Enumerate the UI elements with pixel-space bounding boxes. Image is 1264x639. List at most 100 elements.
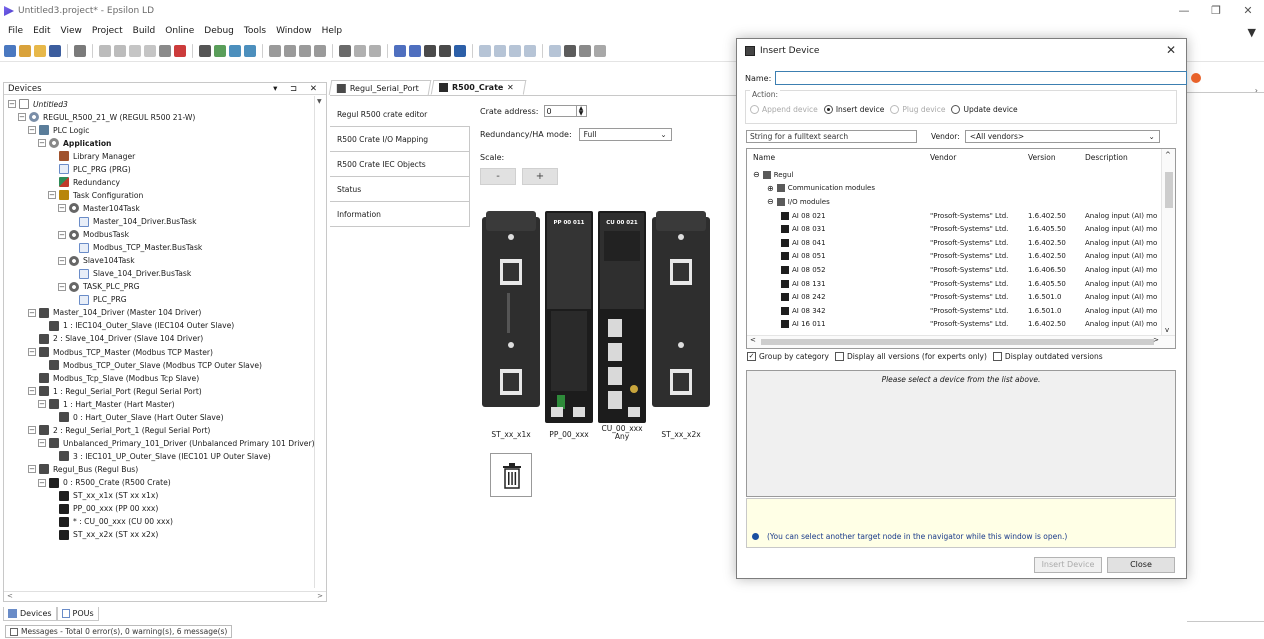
online-icon[interactable] bbox=[354, 44, 366, 57]
tree-item[interactable]: 2 : Slave_104_Driver (Slave 104 Driver) bbox=[28, 333, 203, 345]
collapse-icon[interactable]: ⊖ bbox=[753, 170, 760, 179]
radio-append-device[interactable]: Append device bbox=[750, 105, 818, 114]
delete-icon[interactable] bbox=[174, 44, 186, 57]
crate-address-spinner[interactable]: ▲ ▼ bbox=[576, 105, 587, 117]
catalog-device-row[interactable]: AI 08 342 "Prosoft-Systems" Ltd. 1.6.501.0… bbox=[747, 304, 1159, 318]
replace-icon[interactable] bbox=[214, 44, 226, 57]
devices-horizontal-scrollbar[interactable]: < > bbox=[4, 591, 326, 601]
generate-code-icon[interactable] bbox=[299, 44, 311, 57]
display-all-versions-checkbox[interactable]: Display all versions (for experts only) bbox=[834, 352, 987, 361]
start-icon[interactable] bbox=[424, 44, 436, 57]
collapse-icon[interactable]: − bbox=[58, 230, 66, 239]
paste-icon[interactable] bbox=[159, 44, 171, 57]
fulltext-search-input[interactable]: String for a fulltext search bbox=[746, 130, 917, 143]
tree-item[interactable]: 3 : IEC101_UP_Outer_Slave (IEC101 UP Out… bbox=[48, 450, 271, 462]
scroll-thumb[interactable] bbox=[1165, 172, 1173, 208]
tree-item[interactable]: − TASK_PLC_PRG bbox=[58, 281, 140, 293]
nav-iec-objects[interactable]: R500 Crate IEC Objects bbox=[330, 152, 470, 177]
menu-tools[interactable]: Tools bbox=[244, 26, 266, 36]
tree-item[interactable]: − Master104Task bbox=[58, 202, 140, 214]
tree-item[interactable]: − 2 : Regul_Serial_Port_1 (Regul Serial P… bbox=[28, 424, 210, 436]
new-project-icon[interactable] bbox=[4, 44, 16, 57]
redundancy-select[interactable]: Full ⌄ bbox=[578, 127, 672, 141]
collapse-icon[interactable]: − bbox=[58, 256, 66, 265]
breakpoint-icon[interactable] bbox=[549, 44, 561, 57]
collapse-icon[interactable]: − bbox=[28, 426, 36, 435]
tree-item[interactable]: Modbus_TCP_Master.BusTask bbox=[68, 242, 202, 254]
tree-item[interactable]: − 1 : Hart_Master (Hart Master) bbox=[38, 398, 175, 410]
force-values-icon[interactable] bbox=[579, 44, 591, 57]
tree-item[interactable]: PP_00_xxx (PP 00 xxx) bbox=[48, 503, 158, 515]
tree-item[interactable]: − 1 : Regul_Serial_Port (Regul Serial Por… bbox=[28, 385, 202, 397]
tab-regul-serial-port[interactable]: Regul_Serial_Port bbox=[328, 80, 432, 95]
tree-item[interactable]: Redundancy bbox=[48, 176, 120, 188]
collapse-icon[interactable]: − bbox=[28, 387, 36, 396]
tree-item[interactable]: − Unbalanced_Primary_101_Driver (Unbalanc… bbox=[38, 437, 315, 449]
menu-view[interactable]: View bbox=[61, 26, 82, 36]
undo-icon[interactable] bbox=[99, 44, 111, 57]
tool-icon[interactable] bbox=[454, 44, 466, 57]
column-header-version[interactable]: Version bbox=[1028, 151, 1056, 164]
catalog-device-row[interactable]: AI 16 011 "Prosoft-Systems" Ltd. 1.6.402.5… bbox=[747, 318, 1159, 332]
unforce-icon[interactable] bbox=[594, 44, 606, 57]
cut-icon[interactable] bbox=[129, 44, 141, 57]
login-icon[interactable] bbox=[394, 44, 406, 57]
menu-edit[interactable]: Edit bbox=[33, 26, 50, 36]
step-out-icon[interactable] bbox=[509, 44, 521, 57]
insert-device-button[interactable]: Insert Device bbox=[1034, 557, 1102, 573]
name-input[interactable] bbox=[775, 71, 1188, 85]
tree-item[interactable]: − Task Configuration bbox=[48, 189, 143, 201]
open-folder-icon[interactable] bbox=[34, 44, 46, 57]
build-icon[interactable] bbox=[269, 44, 281, 57]
catalog-category-row[interactable]: ⊕ Communication modules bbox=[747, 182, 1159, 196]
collapse-icon[interactable]: − bbox=[38, 478, 46, 487]
collapse-icon[interactable]: − bbox=[38, 400, 46, 409]
scroll-left-icon[interactable]: < bbox=[750, 336, 756, 344]
copy-icon[interactable] bbox=[144, 44, 156, 57]
print-icon[interactable] bbox=[74, 44, 86, 57]
collapse-icon[interactable]: − bbox=[28, 348, 36, 357]
catalog-vertical-scrollbar[interactable]: ^ v bbox=[1161, 149, 1175, 336]
toolbar-overflow-icon[interactable]: ▼ bbox=[1248, 26, 1256, 39]
collapse-icon[interactable]: − bbox=[38, 439, 46, 448]
close-window-button[interactable]: ✕ bbox=[1232, 0, 1264, 22]
run-to-cursor-icon[interactable] bbox=[524, 44, 536, 57]
zoom-in-button[interactable]: + bbox=[522, 168, 558, 185]
bookmark-next-icon[interactable] bbox=[244, 44, 256, 57]
menu-file[interactable]: File bbox=[8, 26, 23, 36]
tab-pous[interactable]: POUs bbox=[56, 607, 99, 621]
menu-help[interactable]: Help bbox=[322, 26, 343, 36]
tree-item[interactable]: Slave_104_Driver.BusTask bbox=[68, 268, 191, 280]
collapse-icon[interactable]: − bbox=[38, 139, 46, 148]
close-tab-icon[interactable]: ✕ bbox=[507, 83, 514, 92]
catalog-device-row[interactable]: AI 08 021 "Prosoft-Systems" Ltd. 1.6.402.5… bbox=[747, 209, 1159, 223]
scroll-right-icon[interactable]: > bbox=[317, 592, 323, 601]
menu-online[interactable]: Online bbox=[165, 26, 194, 36]
tab-devices[interactable]: Devices bbox=[3, 607, 57, 621]
crate-address-input[interactable]: 0 bbox=[543, 105, 577, 117]
catalog-device-row[interactable]: AI 08 041 "Prosoft-Systems" Ltd. 1.6.402.5… bbox=[747, 236, 1159, 250]
tree-item[interactable]: − Application bbox=[38, 137, 111, 149]
messages-summary[interactable]: Messages - Total 0 error(s), 0 warning(s… bbox=[5, 625, 233, 638]
nav-crate-editor[interactable]: Regul R500 crate editor bbox=[330, 102, 470, 127]
catalog-device-row[interactable]: AI 08 242 "Prosoft-Systems" Ltd. 1.6.501.0… bbox=[747, 290, 1159, 304]
catalog-device-row[interactable]: AI 08 031 "Prosoft-Systems" Ltd. 1.6.405.5… bbox=[747, 222, 1159, 236]
tree-item[interactable]: − PLC Logic bbox=[28, 124, 89, 136]
tree-item[interactable]: Library Manager bbox=[48, 150, 135, 162]
tree-item[interactable]: − ModbusTask bbox=[58, 229, 129, 241]
collapse-icon[interactable]: − bbox=[28, 126, 36, 135]
column-header-vendor[interactable]: Vendor bbox=[930, 151, 956, 164]
tree-item[interactable]: − Untitled3 bbox=[8, 98, 68, 110]
radio-update-device[interactable]: Update device bbox=[951, 105, 1018, 114]
nav-io-mapping[interactable]: R500 Crate I/O Mapping bbox=[330, 127, 470, 152]
collapse-icon[interactable]: − bbox=[48, 191, 56, 200]
tree-item[interactable]: − Modbus_TCP_Master (Modbus TCP Master) bbox=[28, 346, 213, 358]
nav-information[interactable]: Information bbox=[330, 202, 470, 227]
device-tree[interactable]: − Untitled3− REGUL_R500_21_W (REGUL R500 2… bbox=[4, 96, 316, 588]
collapse-icon[interactable]: − bbox=[18, 113, 26, 122]
minimize-button[interactable]: — bbox=[1168, 0, 1200, 22]
tree-item[interactable]: 0 : Hart_Outer_Slave (Hart Outer Slave) bbox=[48, 411, 224, 423]
menu-debug[interactable]: Debug bbox=[204, 26, 234, 36]
tree-item[interactable]: Modbus_Tcp_Slave (Modbus Tcp Slave) bbox=[28, 372, 199, 384]
scroll-down-icon[interactable]: ▼ bbox=[317, 98, 325, 106]
